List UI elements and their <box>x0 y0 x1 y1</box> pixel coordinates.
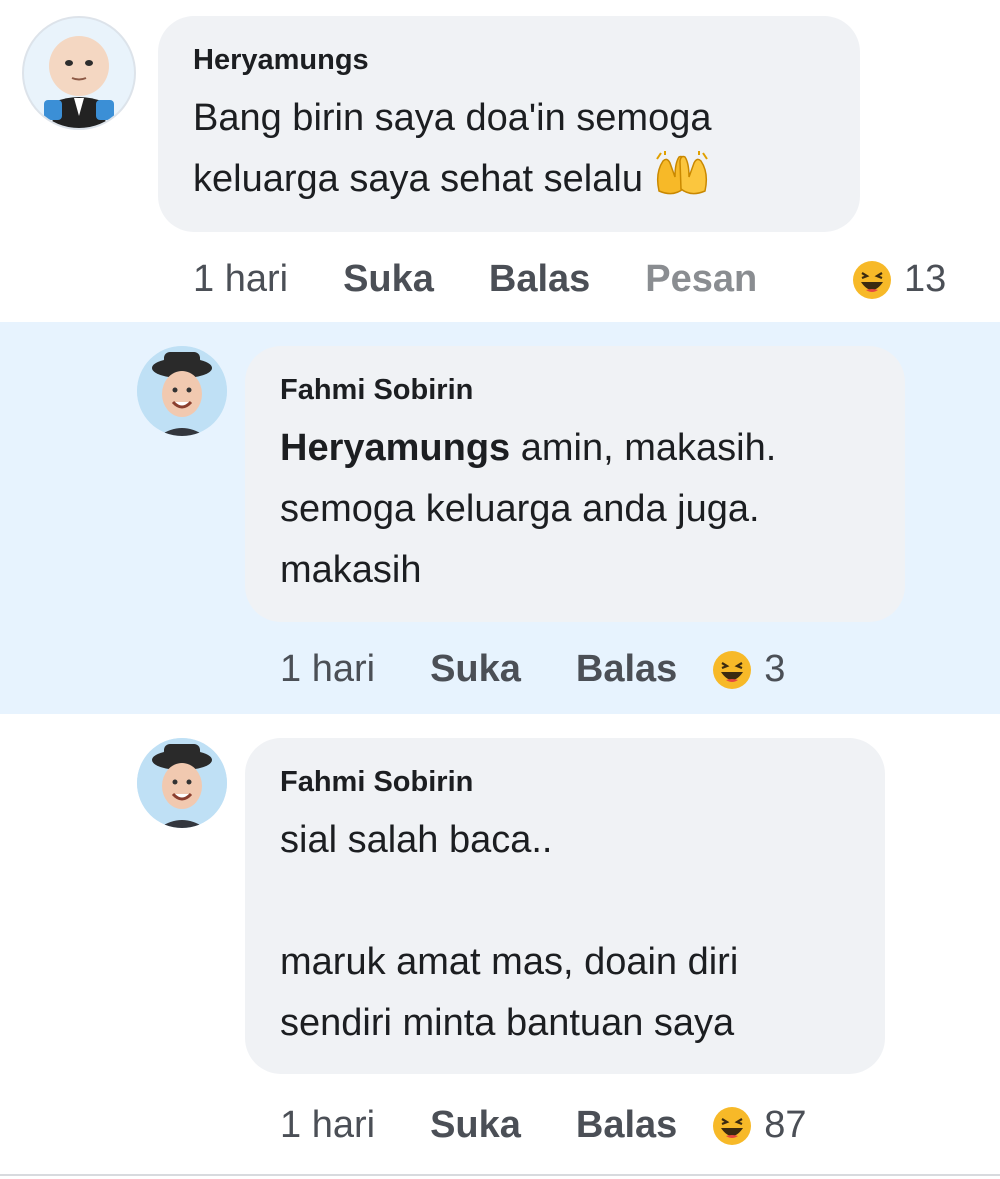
comment-line: semoga keluarga anda juga. <box>280 488 760 530</box>
comment-actions: 1 hari Suka Balas Pesan <box>193 258 757 301</box>
haha-reaction-icon <box>852 260 892 300</box>
comment-time[interactable]: 1 hari <box>193 258 288 301</box>
comment-line-blank <box>280 871 738 932</box>
comment-author[interactable]: Heryamungs <box>193 44 369 77</box>
comment-author[interactable]: Fahmi Sobirin <box>280 374 473 407</box>
comment-actions: 1 hari Suka Balas 87 <box>280 1104 807 1147</box>
reaction-count: 87 <box>764 1104 807 1146</box>
reaction-summary[interactable]: 3 <box>712 648 785 691</box>
comment-text: Heryamungs amin, makasih. semoga keluarg… <box>280 418 776 601</box>
profile-photo-icon <box>137 738 227 828</box>
raising-hands-emoji-icon <box>653 151 711 197</box>
avatar-heryamungs[interactable] <box>22 16 136 130</box>
comment-line: sendiri minta bantuan saya <box>280 1002 735 1044</box>
comment-text: sial salah baca.. maruk amat mas, doain … <box>280 810 738 1054</box>
reaction-summary[interactable]: 13 <box>852 258 946 301</box>
comment-line: sial salah baca.. <box>280 819 553 861</box>
comment-line: maruk amat mas, doain diri <box>280 941 739 983</box>
like-button[interactable]: Suka <box>430 1104 521 1147</box>
haha-reaction-icon <box>712 1106 752 1146</box>
comment-time[interactable]: 1 hari <box>280 648 375 691</box>
avatar-fahmi-sobirin[interactable] <box>137 346 227 436</box>
comment-text: Bang birin saya doa'in semoga keluarga s… <box>193 88 711 210</box>
like-button[interactable]: Suka <box>343 258 434 301</box>
comment-line: Heryamungs amin, makasih. <box>280 418 776 479</box>
reaction-summary[interactable]: 87 <box>712 1104 807 1147</box>
like-button[interactable]: Suka <box>430 648 521 691</box>
comment-line-text: keluarga saya sehat selalu <box>193 158 643 200</box>
comment-actions: 1 hari Suka Balas 3 <box>280 648 785 691</box>
message-button[interactable]: Pesan <box>645 258 757 301</box>
profile-photo-icon <box>137 346 227 436</box>
reply-button[interactable]: Balas <box>576 648 677 691</box>
comment-author[interactable]: Fahmi Sobirin <box>280 766 473 799</box>
reply-button[interactable]: Balas <box>576 1104 677 1147</box>
bottom-divider <box>0 1174 1000 1176</box>
avatar-fahmi-sobirin[interactable] <box>137 738 227 828</box>
comment-line: makasih <box>280 549 422 591</box>
mention-link[interactable]: Heryamungs <box>280 427 510 469</box>
comment-line-with-emoji: keluarga saya sehat selalu <box>193 149 711 210</box>
comment-time[interactable]: 1 hari <box>280 1104 375 1147</box>
baby-avatar-icon <box>24 18 134 128</box>
reaction-count: 3 <box>764 648 786 690</box>
haha-reaction-icon <box>712 650 752 690</box>
comment-line: Bang birin saya doa'in semoga <box>193 97 712 139</box>
reaction-count: 13 <box>904 258 947 300</box>
comment-line-text: amin, makasih. <box>510 427 777 469</box>
reply-button[interactable]: Balas <box>489 258 590 301</box>
